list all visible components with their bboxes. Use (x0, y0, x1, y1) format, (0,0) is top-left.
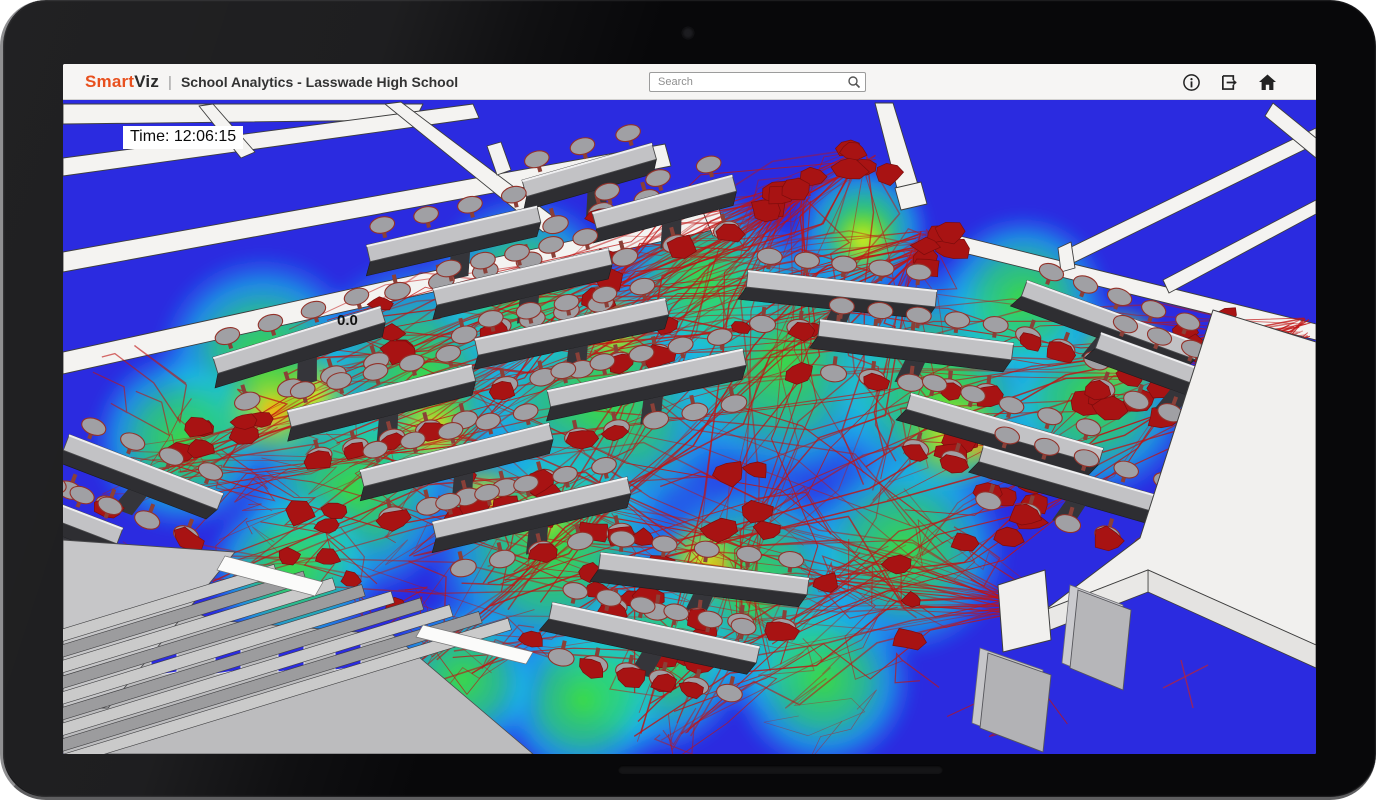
app-logo: SmartViz (85, 72, 159, 92)
logo-primary: Smart (85, 72, 134, 91)
logo-secondary: Viz (134, 72, 159, 91)
title-separator: | (168, 74, 172, 91)
page-title: School Analytics - Lasswade High School (181, 74, 458, 90)
brand-block: SmartViz | School Analytics - Lasswade H… (85, 64, 458, 100)
app-window: SmartViz | School Analytics - Lasswade H… (63, 64, 1316, 754)
time-label: Time: 12:06:15 (123, 126, 243, 149)
camera-dot (682, 27, 694, 39)
app-header: SmartViz | School Analytics - Lasswade H… (63, 64, 1316, 100)
header-icons (1182, 64, 1277, 100)
value-label: 0.0 (337, 312, 358, 329)
tablet-frame: SmartViz | School Analytics - Lasswade H… (0, 0, 1376, 800)
screenshot-root: SmartViz | School Analytics - Lasswade H… (0, 0, 1376, 800)
search-icon (847, 75, 861, 89)
info-icon[interactable] (1182, 73, 1201, 92)
simulation-3d-view (63, 100, 1316, 754)
search-input[interactable] (649, 72, 866, 92)
viz-canvas[interactable]: Time: 12:06:15 0.0 (63, 100, 1316, 754)
search-box (649, 72, 866, 92)
home-icon[interactable] (1258, 73, 1277, 92)
frame-speaker (618, 765, 943, 774)
logout-icon[interactable] (1220, 73, 1239, 92)
